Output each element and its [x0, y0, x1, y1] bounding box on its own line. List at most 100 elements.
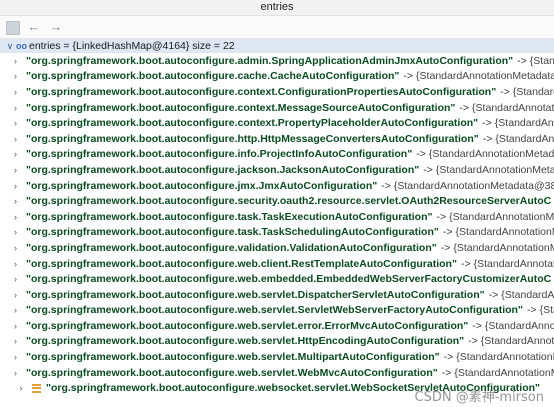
- expand-chevron-icon[interactable]: ›: [14, 118, 17, 128]
- entry-key: "org.springframework.boot.autoconfigure.…: [26, 319, 469, 332]
- list-item[interactable]: › "org.springframework.boot.autoconfigure…: [0, 303, 554, 319]
- expand-chevron-icon[interactable]: ›: [14, 87, 17, 97]
- list-item[interactable]: › "org.springframework.boot.autoconfigure…: [0, 240, 554, 256]
- expand-chevron-icon[interactable]: ›: [14, 134, 17, 144]
- arrow-separator: ->: [472, 319, 482, 332]
- entry-value: {StandardAnnotationMetadata@38: [416, 70, 554, 83]
- watermark: CSDN @素神-mirson: [414, 390, 544, 405]
- list-item[interactable]: › "org.springframework.boot.autoconfigure…: [0, 178, 554, 194]
- back-arrow-icon[interactable]: ←: [26, 19, 42, 35]
- list-item[interactable]: › "org.springframework.boot.autoconfigure…: [0, 225, 554, 241]
- list-item[interactable]: › "org.springframework.boot.autoconfigure…: [0, 84, 554, 100]
- entry-key: "org.springframework.boot.autoconfigure.…: [26, 226, 439, 239]
- list-item[interactable]: › "org.springframework.boot.autoconfigure…: [0, 69, 554, 85]
- entry-value: {StandardAnnotationMeta: [449, 210, 554, 223]
- expand-chevron-icon[interactable]: ›: [14, 383, 28, 393]
- list-item[interactable]: › "org.springframework.boot.autoconfigure…: [0, 365, 554, 381]
- entry-value: {StandardAnnotatio: [480, 335, 554, 348]
- entry-key: "org.springframework.boot.autoconfigure.…: [26, 366, 438, 379]
- list-item[interactable]: › "org.springframework.boot.autoconfigure…: [0, 53, 554, 69]
- expand-chevron-icon[interactable]: ›: [14, 103, 17, 113]
- stop-icon[interactable]: [6, 20, 20, 35]
- entry-key: "org.springframework.boot.autoconfigure.…: [26, 163, 420, 176]
- arrow-separator: ->: [488, 288, 499, 301]
- expand-chevron-icon[interactable]: ›: [14, 290, 17, 300]
- expand-chevron-icon[interactable]: ›: [14, 196, 17, 206]
- list-item[interactable]: › "org.springframework.boot.autoconfigure…: [0, 131, 554, 147]
- list-item[interactable]: › "org.springframework.boot.autoconfigure…: [0, 349, 554, 365]
- arrow-separator: ->: [482, 132, 493, 145]
- root-entry[interactable]: ∨ oo entries = {LinkedHashMap@4164} size…: [0, 39, 554, 53]
- list-item[interactable]: › "org.springframework.boot.autoconfigure…: [0, 256, 554, 272]
- expand-chevron-icon[interactable]: ›: [14, 259, 17, 269]
- entry-key: "org.springframework.boot.autoconfigure.…: [26, 117, 479, 130]
- arrow-separator: ->: [440, 241, 451, 254]
- arrow-separator: ->: [459, 101, 470, 114]
- entry-value: {StandardAnnot: [501, 288, 554, 301]
- toolbar: ← →: [0, 16, 554, 39]
- expand-chevron-icon[interactable]: ›: [14, 165, 17, 175]
- expand-chevron-icon[interactable]: ›: [14, 368, 17, 378]
- arrow-separator: ->: [381, 179, 391, 192]
- forward-arrow-icon[interactable]: →: [48, 19, 64, 35]
- expand-chevron-icon[interactable]: ›: [14, 274, 17, 284]
- expand-chevron-icon[interactable]: ›: [14, 336, 17, 346]
- entry-key: "org.springframework.boot.autoconfigure.…: [26, 70, 400, 83]
- list-item[interactable]: › "org.springframework.boot.autoconfigure…: [0, 334, 554, 350]
- list-item[interactable]: › "org.springframework.boot.autoconfigure…: [0, 162, 554, 178]
- entry-value: {Stand: [539, 304, 554, 317]
- entry-key: "org.springframework.boot.autoconfigure.…: [26, 179, 378, 192]
- collapse-chevron-icon[interactable]: ∨: [4, 41, 16, 52]
- entry-value: {StandardAnnotationMetadata@3830}: [393, 179, 554, 192]
- expand-chevron-icon[interactable]: ›: [14, 243, 17, 253]
- expand-chevron-icon[interactable]: ›: [14, 352, 17, 362]
- entry-key: "org.springframework.boot.autoconfigure.…: [26, 351, 440, 364]
- arrow-separator: ->: [443, 351, 454, 364]
- entry-key: "org.springframework.boot.autoconfigure.…: [26, 335, 465, 348]
- entry-value: {StandardAnn: [512, 85, 554, 98]
- arrow-separator: ->: [526, 304, 537, 317]
- entry-key: "org.springframework.boot.autoconfigure.…: [26, 273, 552, 286]
- entry-key: "org.springframework.boot.autoconfigure.…: [26, 132, 479, 145]
- list-item[interactable]: › "org.springframework.boot.autoconfigure…: [0, 318, 554, 334]
- entry-value: {StandardAnnotationMeta: [456, 351, 554, 364]
- list-item[interactable]: › "org.springframework.boot.autoconfigure…: [0, 147, 554, 163]
- list-item[interactable]: › "org.springframework.boot.autoconfigure…: [0, 271, 554, 287]
- entry-value: {StandardAnnota: [495, 132, 554, 145]
- expand-chevron-icon[interactable]: ›: [14, 149, 17, 159]
- list-item[interactable]: › "org.springframework.boot.autoconfigure…: [0, 193, 554, 209]
- expand-chevron-icon[interactable]: ›: [14, 56, 17, 66]
- entry-value: {StandardAnnotationMeta: [455, 226, 554, 239]
- arrow-separator: ->: [416, 148, 426, 161]
- entry-key: "org.springframework.boot.autoconfigure.…: [26, 304, 523, 317]
- entry-key: "org.springframework.boot.autoconfigure.…: [26, 210, 433, 223]
- expand-chevron-icon[interactable]: ›: [14, 305, 17, 315]
- entry-key: "org.springframework.boot.autoconfigure.…: [26, 85, 497, 98]
- arrow-separator: ->: [460, 257, 471, 270]
- entry-value: {StandardAnnotationMetadata@3: [529, 54, 554, 67]
- expand-chevron-icon[interactable]: ›: [14, 321, 17, 331]
- entries-list: › "org.springframework.boot.autoconfigure…: [0, 53, 554, 396]
- arrow-separator: ->: [500, 85, 510, 98]
- arrow-separator: ->: [423, 163, 433, 176]
- list-item[interactable]: › "org.springframework.boot.autoconfigure…: [0, 287, 554, 303]
- entry-value: {StandardAnnotationMetadata@: [428, 148, 554, 161]
- list-item[interactable]: › "org.springframework.boot.autoconfigure…: [0, 115, 554, 131]
- list-item[interactable]: › "org.springframework.boot.autoconfigure…: [0, 100, 554, 116]
- expand-chevron-icon[interactable]: ›: [14, 181, 17, 191]
- expand-chevron-icon[interactable]: ›: [14, 212, 17, 222]
- arrow-separator: ->: [403, 70, 414, 83]
- entry-key: "org.springframework.boot.autoconfigure.…: [26, 148, 413, 161]
- list-item[interactable]: › "org.springframework.boot.autoconfigure…: [0, 209, 554, 225]
- expand-chevron-icon[interactable]: ›: [14, 71, 17, 81]
- arrow-separator: ->: [441, 366, 452, 379]
- entry-value: {StandardAnnotationMeta: [453, 241, 554, 254]
- expand-chevron-icon[interactable]: ›: [14, 227, 17, 237]
- arrow-separator: ->: [482, 117, 492, 130]
- entry-value: {StandardAnnotationMeta: [454, 366, 554, 379]
- entry-key: "org.springframework.boot.autoconfigure.…: [26, 288, 485, 301]
- entry-key: "org.springframework.boot.autoconfigure.…: [26, 101, 456, 114]
- entry-value: {StandardAnnota: [494, 117, 554, 130]
- entry-value: {StandardAnnotationMetadata@3: [435, 163, 554, 176]
- window-title: entries: [0, 0, 554, 16]
